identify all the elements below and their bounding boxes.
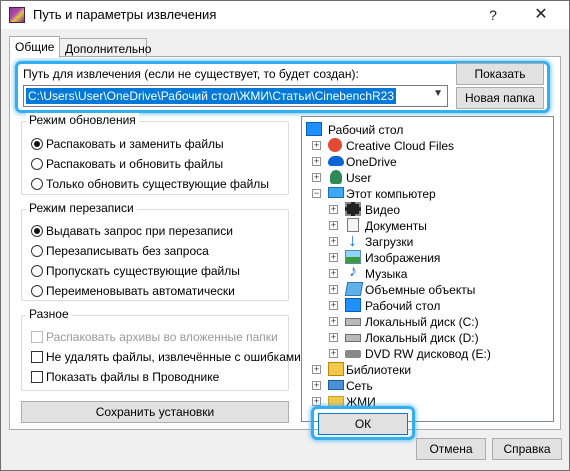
- drive-icon: [345, 334, 361, 342]
- tree-label: Музыка: [365, 267, 408, 281]
- close-button[interactable]: ✕: [519, 1, 563, 29]
- tree-label: Видео: [365, 203, 401, 217]
- dvd-drive-icon: [345, 350, 361, 358]
- checkbox-nested-archives[interactable]: [31, 331, 43, 343]
- radio-overwrite-silent-label[interactable]: Перезаписывать без запроса: [46, 244, 209, 258]
- tree-label: Изображения: [365, 251, 441, 265]
- expand-icon[interactable]: +: [312, 381, 321, 390]
- extraction-dialog: Путь и параметры извлечения ? ✕ Общие До…: [0, 0, 570, 471]
- tree-label: Рабочий стол: [365, 299, 441, 313]
- tree-label: Сеть: [346, 379, 373, 393]
- path-label: Путь для извлечения (если не существует,…: [23, 67, 359, 81]
- user-icon: [330, 170, 342, 184]
- radio-extract-update-label[interactable]: Распаковать и обновить файлы: [46, 157, 223, 171]
- music-icon: [347, 263, 363, 281]
- drive-icon: [345, 318, 361, 326]
- radio-update-only-label[interactable]: Только обновить существующие файлы: [46, 177, 269, 191]
- tree-label: OneDrive: [346, 155, 397, 169]
- radio-update-only[interactable]: [31, 178, 43, 190]
- cancel-button[interactable]: Отмена: [416, 438, 486, 460]
- chevron-down-icon[interactable]: ▼: [433, 88, 443, 99]
- expand-icon[interactable]: +: [312, 173, 321, 182]
- winrar-app-icon: [9, 7, 25, 23]
- checkbox-show-in-explorer[interactable]: [31, 371, 43, 383]
- expand-icon[interactable]: +: [312, 141, 321, 150]
- misc-title: Разное: [26, 307, 72, 321]
- expand-icon[interactable]: +: [329, 205, 338, 214]
- tree-label: User: [346, 171, 372, 185]
- radio-extract-update[interactable]: [31, 158, 43, 170]
- help-button[interactable]: Справка: [492, 438, 562, 460]
- expand-icon[interactable]: +: [329, 301, 338, 310]
- expand-icon[interactable]: +: [312, 365, 321, 374]
- tree-label: Объемные объекты: [365, 283, 476, 297]
- expand-icon[interactable]: +: [329, 269, 338, 278]
- radio-ask-overwrite-label[interactable]: Выдавать запрос при перезаписи: [46, 224, 233, 238]
- creative-cloud-icon: [328, 138, 342, 152]
- radio-skip-existing[interactable]: [31, 265, 43, 277]
- tree-label: Creative Cloud Files: [346, 139, 455, 153]
- show-button[interactable]: Показать: [456, 63, 544, 85]
- help-title-button[interactable]: ?: [471, 1, 515, 29]
- desktop-icon: [345, 298, 361, 312]
- tree-label: Библиотеки: [346, 363, 412, 377]
- computer-icon: [328, 187, 344, 198]
- radio-auto-rename[interactable]: [31, 285, 43, 297]
- checkbox-keep-broken[interactable]: [31, 351, 43, 363]
- overwrite-mode-title: Режим перезаписи: [26, 201, 137, 215]
- expand-icon[interactable]: +: [312, 397, 321, 406]
- onedrive-icon: [328, 156, 344, 166]
- expand-icon[interactable]: +: [329, 349, 338, 358]
- network-icon: [328, 380, 344, 390]
- expand-icon[interactable]: +: [329, 221, 338, 230]
- radio-extract-replace-label[interactable]: Распаковать и заменить файлы: [46, 137, 224, 151]
- radio-auto-rename-label[interactable]: Переименовывать автоматически: [46, 284, 235, 298]
- collapse-icon[interactable]: −: [312, 189, 321, 198]
- path-combobox[interactable]: C:\Users\User\OneDrive\Рабочий стол\ЖМИ\…: [23, 85, 448, 107]
- desktop-icon: [306, 122, 322, 136]
- expand-icon[interactable]: +: [329, 253, 338, 262]
- tree-label: DVD RW дисковод (E:): [365, 347, 491, 361]
- expand-icon[interactable]: +: [329, 333, 338, 342]
- tree-label: Локальный диск (C:): [365, 315, 479, 329]
- tree-label: Этот компьютер: [346, 187, 436, 201]
- checkbox-nested-archives-label[interactable]: Распаковать архивы во вложенные папки: [46, 330, 278, 344]
- new-folder-button[interactable]: Новая папка: [456, 87, 544, 109]
- expand-icon[interactable]: +: [329, 317, 338, 326]
- path-input[interactable]: C:\Users\User\OneDrive\Рабочий стол\ЖМИ\…: [26, 88, 396, 104]
- radio-overwrite-silent[interactable]: [31, 245, 43, 257]
- update-mode-title: Режим обновления: [26, 113, 139, 127]
- 3d-objects-icon: [344, 282, 364, 296]
- save-settings-button[interactable]: Сохранить установки: [21, 401, 289, 423]
- libraries-icon: [328, 362, 344, 376]
- ok-button[interactable]: ОК: [318, 413, 408, 435]
- title-bar: Путь и параметры извлечения ? ✕: [1, 1, 569, 29]
- tree-label: Загрузки: [365, 235, 414, 249]
- radio-extract-replace[interactable]: [31, 138, 43, 150]
- image-icon: [345, 250, 361, 264]
- radio-ask-overwrite[interactable]: [31, 225, 43, 237]
- download-icon: [347, 230, 363, 251]
- checkbox-show-in-explorer-label[interactable]: Показать файлы в Проводнике: [46, 370, 219, 384]
- expand-icon[interactable]: +: [312, 157, 321, 166]
- tab-general[interactable]: Общие: [9, 36, 60, 58]
- tab-advanced[interactable]: Дополнительно: [59, 38, 151, 58]
- expand-icon[interactable]: +: [329, 285, 338, 294]
- folder-tree[interactable]: Рабочий стол + Creative Cloud Files + On…: [301, 116, 554, 422]
- checkbox-keep-broken-label[interactable]: Не удалять файлы, извлечённые с ошибками: [46, 350, 301, 364]
- tree-label: Документы: [365, 219, 427, 233]
- expand-icon[interactable]: +: [329, 237, 338, 246]
- video-icon: [345, 202, 361, 216]
- radio-skip-existing-label[interactable]: Пропускать существующие файлы: [46, 264, 240, 278]
- tree-label: Рабочий стол: [328, 123, 404, 137]
- tree-label: Локальный диск (D:): [365, 331, 479, 345]
- window-title: Путь и параметры извлечения: [33, 7, 217, 22]
